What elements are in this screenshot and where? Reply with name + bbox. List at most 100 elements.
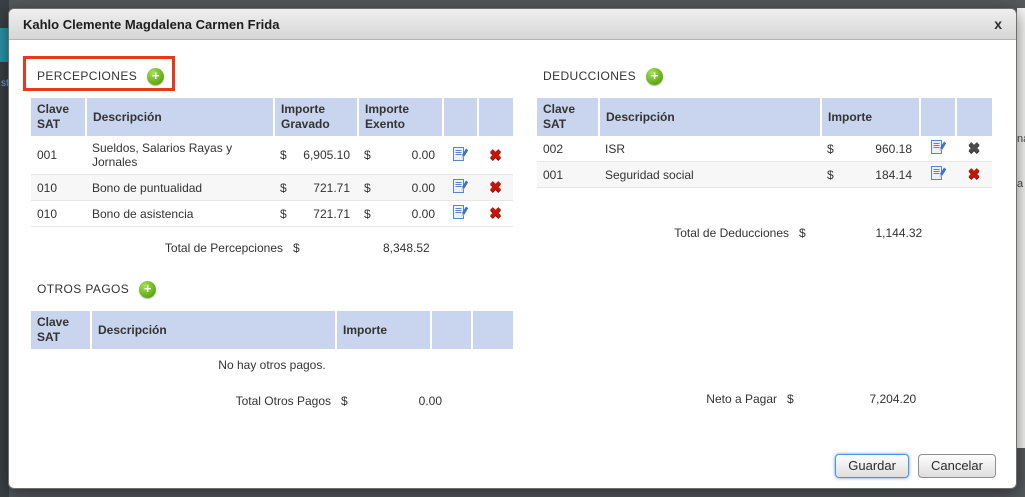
amount: 721.71	[313, 180, 350, 195]
payroll-detail-modal: Kahlo Clemente Magdalena Carmen Frida x …	[8, 8, 1017, 489]
percepciones-header-row: Clave SAT Descripción Importe Gravado Im…	[31, 98, 513, 136]
close-icon[interactable]: x	[994, 17, 1002, 31]
edit-icon[interactable]	[452, 146, 469, 162]
col-header-delete	[956, 98, 992, 136]
cell-importe-gravado: $721.71	[280, 181, 352, 195]
currency-sign: $	[827, 141, 834, 156]
cell-descripcion: Bono de puntualidad	[86, 174, 274, 201]
cell-importe-exento: $0.00	[364, 148, 437, 162]
percepciones-section-header: PERCEPCIONES	[31, 64, 165, 88]
col-header-clave-sat: Clave SAT	[31, 98, 87, 136]
total-deducciones-label: Total de Deducciones	[674, 226, 789, 240]
delete-icon[interactable]	[489, 148, 502, 163]
neto-a-pagar-value: 7,204.20	[869, 392, 917, 406]
currency-sign: $	[341, 394, 348, 408]
currency-sign: $	[787, 392, 794, 406]
table-row: 002 ISR $960.18	[537, 136, 992, 162]
cell-descripcion: ISR	[599, 136, 821, 162]
cell-clave: 010	[31, 174, 86, 201]
cell-descripcion: Bono de asistencia	[86, 200, 274, 227]
deducciones-header-row: Clave SAT Descripción Importe	[537, 98, 992, 136]
total-deducciones-row: Total de Deducciones $ 1,144.32	[537, 226, 992, 240]
delete-icon[interactable]	[489, 180, 502, 195]
cell-importe-gravado: $721.71	[280, 207, 352, 221]
cell-descripcion: Seguridad social	[599, 161, 821, 188]
amount: 721.71	[313, 206, 350, 221]
col-header-descripcion: Descripción	[599, 98, 822, 136]
col-header-clave-sat: Clave SAT	[537, 98, 600, 136]
amount: 0.00	[411, 180, 435, 195]
otros-pagos-section-header: OTROS PAGOS	[31, 277, 157, 301]
currency-sign: $	[280, 180, 287, 195]
neto-a-pagar-label: Neto a Pagar	[706, 392, 777, 406]
edit-icon[interactable]	[452, 204, 469, 220]
cell-clave: 001	[537, 161, 599, 188]
table-row: 001 Seguridad social $184.14	[537, 161, 992, 188]
edit-icon[interactable]	[452, 178, 469, 194]
background-text-fragment-right-2: a	[1017, 178, 1024, 190]
cell-clave: 001	[31, 136, 86, 175]
modal-header: Kahlo Clemente Magdalena Carmen Frida x	[9, 9, 1016, 40]
otros-pagos-header-row: Clave SAT Descripción Importe	[31, 311, 513, 349]
currency-sign: $	[827, 167, 834, 182]
cell-importe-exento: $0.00	[364, 181, 437, 195]
total-percepciones-value: 8,348.52	[382, 241, 430, 255]
currency-sign: $	[364, 148, 371, 162]
modal-title: Kahlo Clemente Magdalena Carmen Frida	[23, 16, 280, 32]
amount: 6,905.10	[303, 148, 350, 162]
cell-clave: 002	[537, 136, 599, 162]
amount: 0.00	[411, 148, 435, 162]
delete-icon[interactable]	[489, 206, 502, 221]
percepciones-column: PERCEPCIONES Clave SAT Descripción Impor…	[31, 64, 513, 408]
total-percepciones-row: Total de Percepciones $ 8,348.52	[31, 241, 513, 255]
total-otros-pagos-label: Total Otros Pagos	[235, 394, 331, 408]
col-header-importe-exento: Importe Exento	[358, 98, 444, 136]
col-header-edit	[920, 98, 957, 136]
total-percepciones-label: Total de Percepciones	[164, 241, 283, 255]
deducciones-column: DEDUCCIONES Clave SAT Descripción Import…	[537, 64, 992, 408]
col-header-importe: Importe	[336, 311, 432, 349]
col-header-importe-gravado: Importe Gravado	[274, 98, 359, 136]
cell-clave: 010	[31, 200, 86, 227]
currency-sign: $	[364, 206, 371, 221]
background-right-strip: na a	[1017, 8, 1025, 448]
cell-descripcion: Sueldos, Salarios Rayas y Jornales	[86, 136, 274, 175]
col-header-delete	[478, 98, 513, 136]
col-header-importe: Importe	[821, 98, 921, 136]
amount: 184.14	[875, 167, 912, 182]
delete-icon-disabled[interactable]	[968, 141, 981, 156]
col-header-clave-sat: Clave SAT	[31, 311, 92, 349]
table-row: 010 Bono de puntualidad $721.71 $0.00	[31, 174, 513, 201]
total-otros-pagos-row: Total Otros Pagos $ 0.00	[31, 394, 513, 408]
cell-importe: $184.14	[827, 168, 914, 182]
save-button[interactable]: Guardar	[835, 454, 909, 478]
edit-icon[interactable]	[930, 165, 947, 181]
col-header-edit	[443, 98, 479, 136]
otros-pagos-table: Clave SAT Descripción Importe	[31, 311, 513, 349]
otros-pagos-empty-message: No hay otros pagos.	[218, 358, 326, 372]
modal-body: PERCEPCIONES Clave SAT Descripción Impor…	[9, 40, 1016, 408]
col-header-delete	[472, 311, 513, 349]
col-header-edit	[431, 311, 473, 349]
total-otros-pagos-value: 0.00	[418, 394, 443, 408]
currency-sign: $	[293, 241, 300, 255]
table-row: 001 Sueldos, Salarios Rayas y Jornales $…	[31, 136, 513, 175]
cell-importe-exento: $0.00	[364, 207, 437, 221]
add-deduccion-icon[interactable]	[646, 67, 664, 85]
neto-a-pagar-row: Neto a Pagar $ 7,204.20	[537, 392, 992, 406]
cell-importe: $960.18	[827, 142, 914, 156]
table-row: 010 Bono de asistencia $721.71 $0.00	[31, 200, 513, 227]
add-percepcion-icon[interactable]	[147, 67, 165, 85]
col-header-descripcion: Descripción	[86, 98, 275, 136]
delete-icon[interactable]	[968, 167, 981, 182]
total-deducciones-value: 1,144.32	[875, 226, 923, 240]
currency-sign: $	[280, 206, 287, 221]
add-otro-pago-icon[interactable]	[139, 280, 157, 298]
cell-importe-gravado: $6,905.10	[280, 148, 352, 162]
currency-sign: $	[280, 148, 287, 162]
otros-pagos-title: OTROS PAGOS	[37, 282, 130, 296]
deducciones-table: Clave SAT Descripción Importe 002 ISR $9…	[537, 98, 992, 188]
background-text-fragment-right-1: na	[1017, 133, 1025, 145]
edit-icon[interactable]	[930, 139, 947, 155]
cancel-button[interactable]: Cancelar	[917, 454, 996, 478]
